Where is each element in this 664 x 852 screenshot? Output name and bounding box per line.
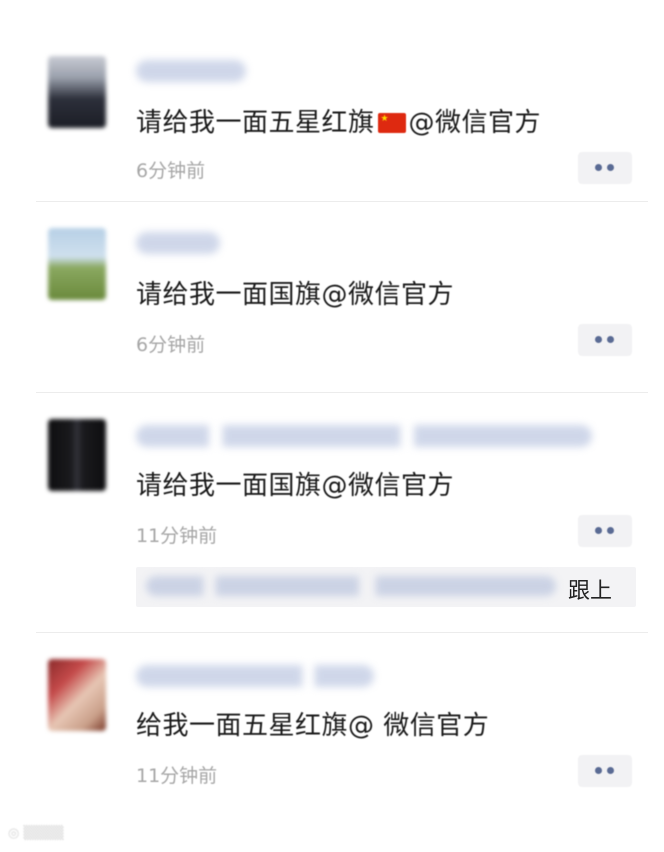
user-name-blurred[interactable] (136, 232, 220, 254)
avatar[interactable] (48, 228, 106, 300)
china-flag-icon: ★ (377, 113, 406, 133)
user-name-blurred[interactable] (136, 665, 374, 687)
follow-reply-button[interactable]: 跟上 (568, 573, 612, 605)
more-dots-icon[interactable] (578, 515, 632, 547)
more-dots-icon[interactable] (578, 152, 632, 184)
comment-text-mention: @微信官方 (408, 108, 542, 138)
comment-text: 请给我一面国旗@微信官方 (136, 280, 455, 310)
avatar[interactable] (48, 56, 106, 128)
comment-item: 请给我一面国旗@微信官方 11分钟前 跟上 (0, 393, 664, 631)
comment-item: 请给我一面五星红旗 ★ @微信官方 6分钟前 (0, 0, 664, 200)
avatar[interactable] (48, 419, 106, 491)
comment-text: 请给我一面五星红旗 ★ @微信官方 (136, 102, 541, 139)
comment-text: 给我一面五星红旗@ 微信官方 (136, 711, 490, 741)
comment-text-main: 请给我一面五星红旗 (136, 108, 375, 138)
comment-time: 11分钟前 (136, 765, 218, 787)
comment-item: 给我一面五星红旗@ 微信官方 11分钟前 (0, 633, 664, 833)
user-name-blurred[interactable] (136, 60, 246, 82)
user-name-blurred[interactable] (136, 425, 592, 447)
comment-time: 6分钟前 (136, 160, 206, 182)
comment-time: 6分钟前 (136, 334, 206, 356)
reply-user-blurred (146, 576, 556, 596)
comment-feed: 请给我一面五星红旗 ★ @微信官方 6分钟前 请给我一面国旗@微信官方 6分钟前 请… (0, 0, 664, 852)
avatar[interactable] (48, 659, 106, 731)
comment-item: 请给我一面国旗@微信官方 6分钟前 (0, 202, 664, 392)
reply-preview[interactable]: 跟上 (136, 567, 636, 607)
comment-time: 11分钟前 (136, 525, 218, 547)
watermark: ◎ ▒▒▒▒ (8, 826, 64, 841)
more-dots-icon[interactable] (578, 324, 632, 356)
comment-text: 请给我一面国旗@微信官方 (136, 471, 455, 501)
more-dots-icon[interactable] (578, 755, 632, 787)
